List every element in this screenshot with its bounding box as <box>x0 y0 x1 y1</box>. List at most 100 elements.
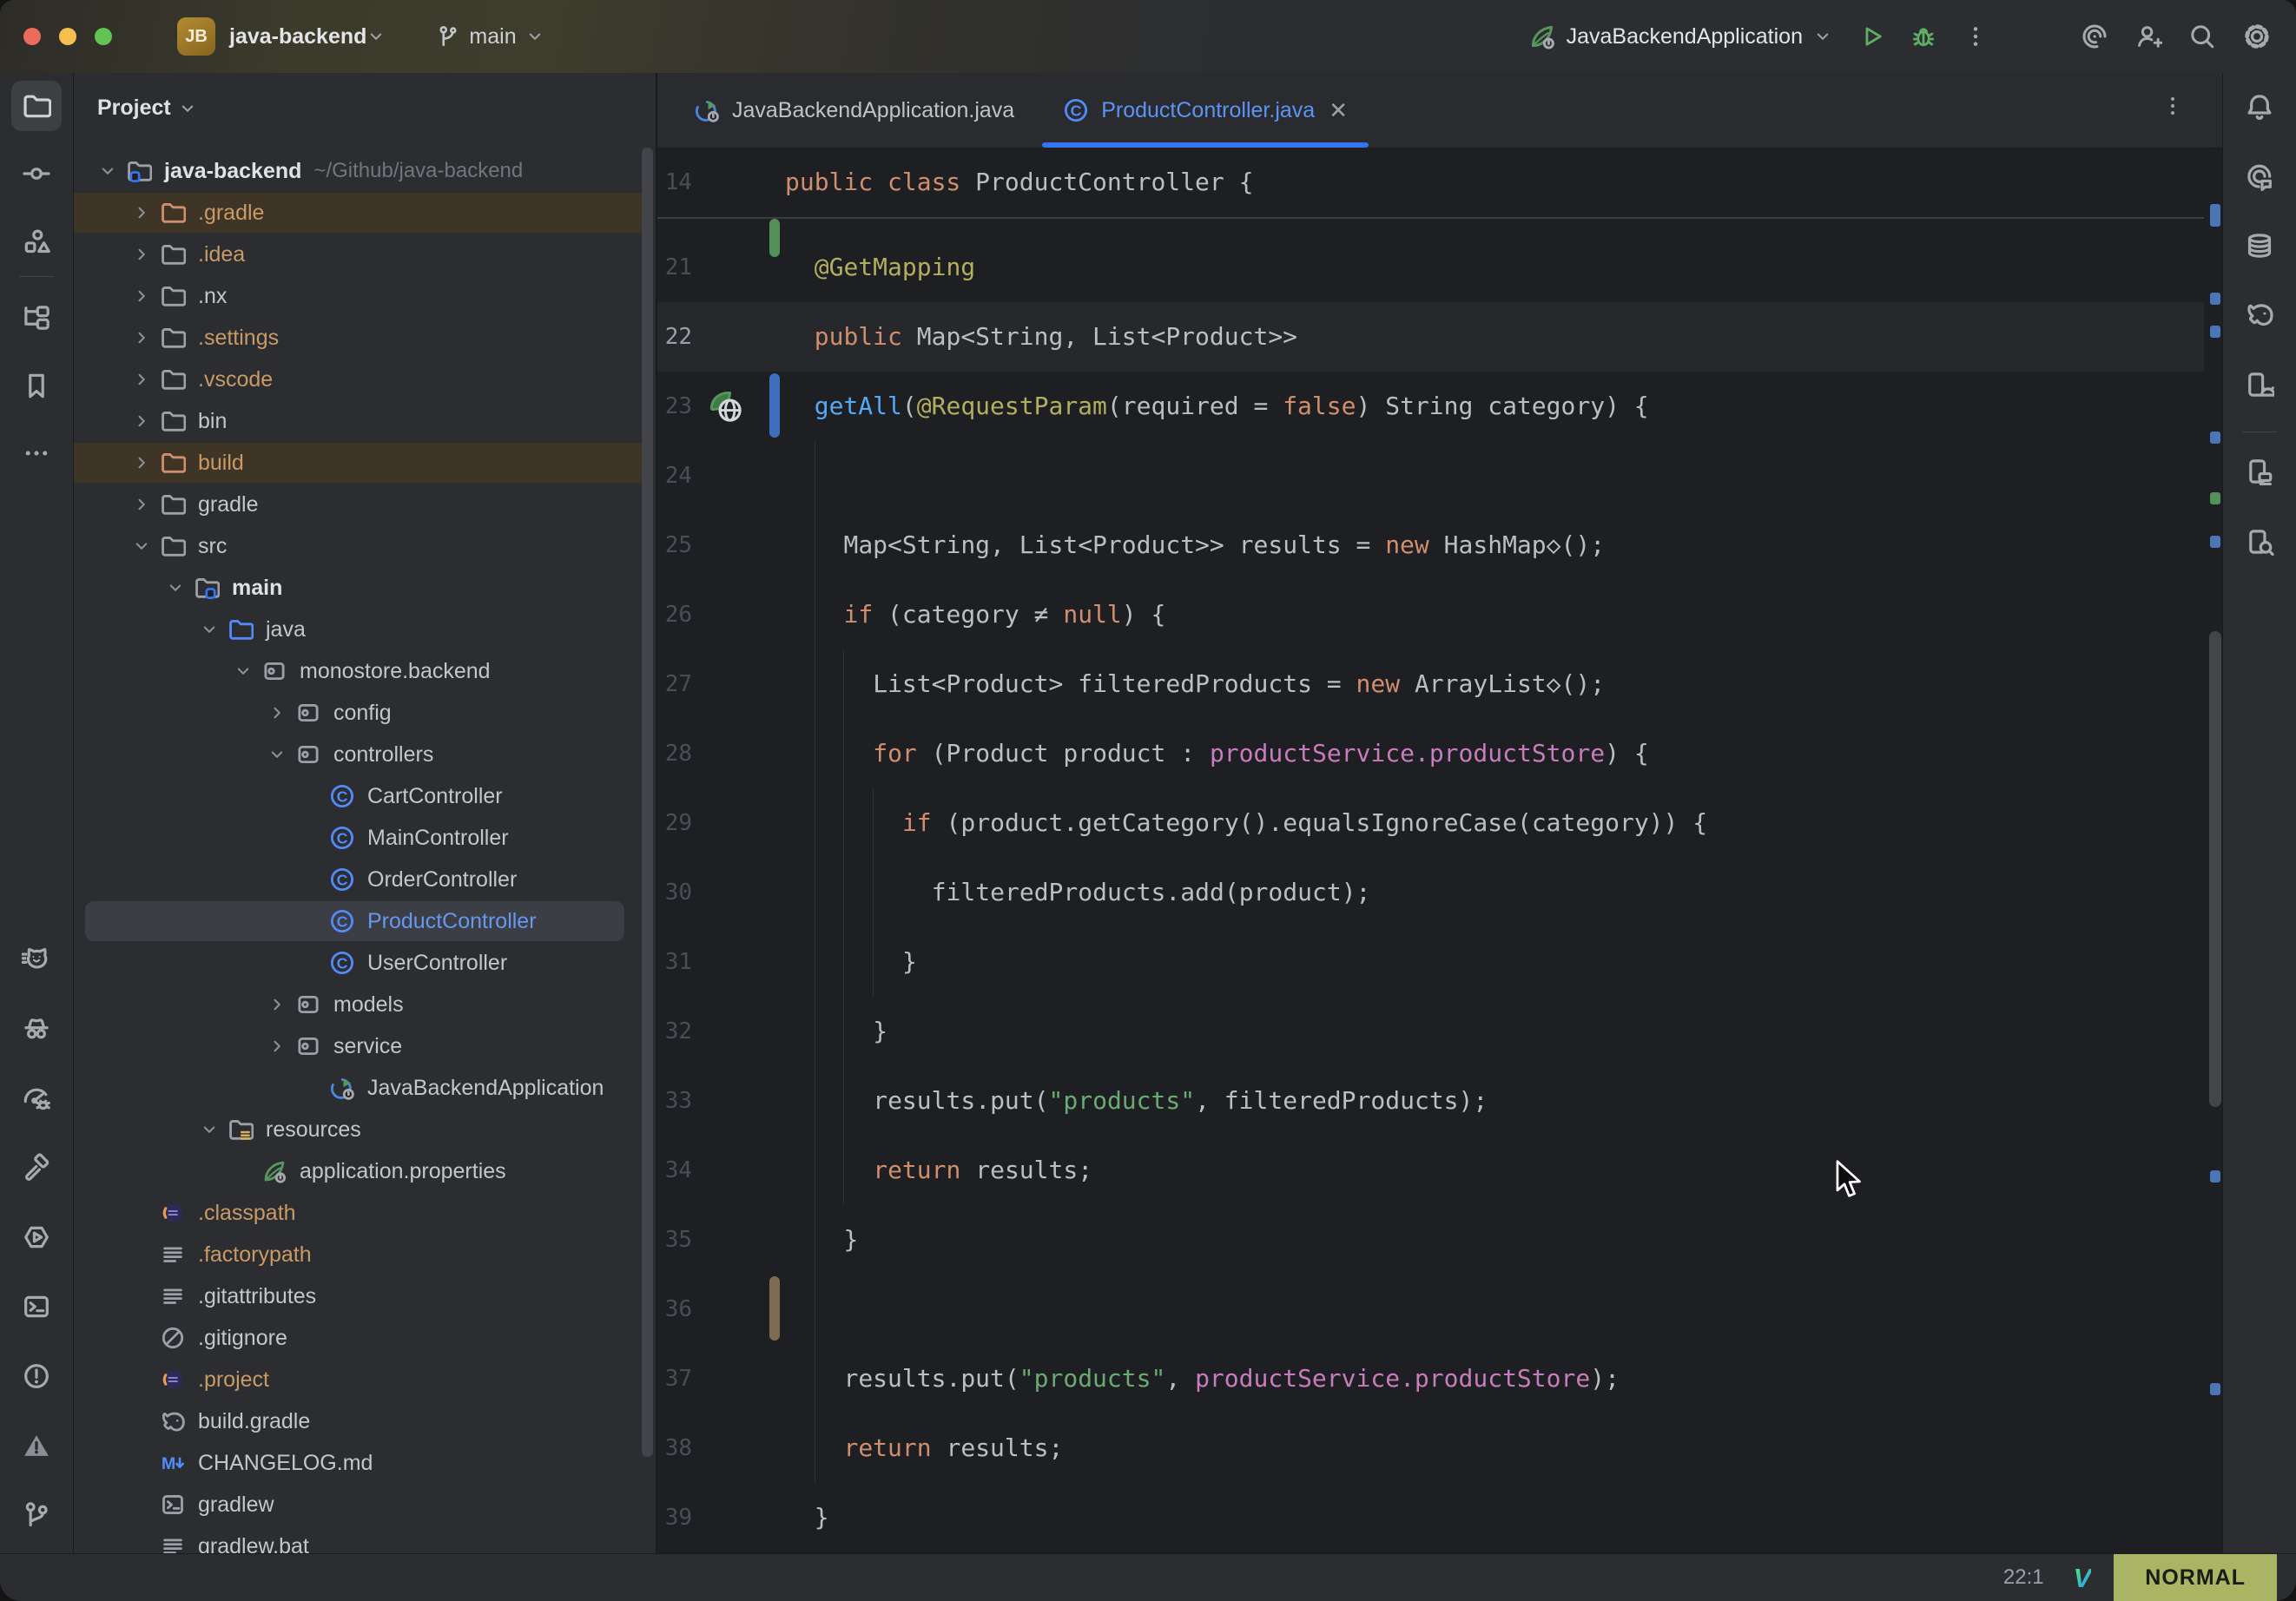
ai-assistant-icon[interactable] <box>2081 23 2108 50</box>
tree-item-java[interactable]: java <box>73 609 656 650</box>
tab-JavaBackendApplication.java[interactable]: JavaBackendApplication.java <box>670 73 1039 148</box>
tool-button-version-control[interactable] <box>11 1490 62 1540</box>
tree-item-gradle[interactable]: gradle <box>73 484 656 525</box>
tree-item-UserController[interactable]: CUserController <box>73 942 656 984</box>
branch-switcher[interactable]: main <box>436 24 544 49</box>
code-line-38[interactable]: 38return results; <box>657 1413 2204 1483</box>
tab-close-icon[interactable]: ✕ <box>1329 97 1348 124</box>
code-line-24[interactable]: 24 <box>657 441 2204 511</box>
vcs-marker-modified-other[interactable] <box>769 1276 780 1341</box>
tool-button-dependencies[interactable] <box>11 293 62 343</box>
code-line-31[interactable]: 31} <box>657 927 2204 997</box>
code-line-25[interactable]: 25Map<String, List<Product>> results = n… <box>657 511 2204 580</box>
tree-item-.factorypath[interactable]: .factorypath <box>73 1234 656 1275</box>
tool-button-notifications[interactable] <box>2234 82 2285 132</box>
tool-button-commit[interactable] <box>11 148 62 199</box>
tree-item-service[interactable]: service <box>73 1025 656 1067</box>
tree-item-.vscode[interactable]: .vscode <box>73 359 656 400</box>
tool-button-project[interactable] <box>11 81 62 131</box>
editor-scrollbar[interactable] <box>2209 631 2221 1107</box>
code-line-21[interactable]: 21@GetMapping <box>657 233 2204 302</box>
tree-item-controllers[interactable]: controllers <box>73 734 656 775</box>
vcs-marker-modified[interactable] <box>769 373 780 438</box>
tool-button-more-tool-windows[interactable] <box>11 428 62 478</box>
code-editor[interactable]: 21@GetMapping22public Map<String, List<P… <box>657 233 2204 1552</box>
tool-button-services[interactable] <box>11 1212 62 1262</box>
chevron-right-icon[interactable] <box>124 328 158 347</box>
tree-item-.gitattributes[interactable]: .gitattributes <box>73 1275 656 1317</box>
vcs-marker-added[interactable] <box>769 219 780 257</box>
chevron-down-icon[interactable] <box>192 1120 226 1139</box>
tree-item-gradlew[interactable]: gradlew <box>73 1484 656 1525</box>
tool-button-build[interactable] <box>11 1143 62 1193</box>
tool-button-gradle[interactable] <box>2234 289 2285 339</box>
code-with-me-button[interactable] <box>2134 23 2162 50</box>
run-button[interactable] <box>1858 23 1884 49</box>
code-line-37[interactable]: 37results.put("products", productService… <box>657 1344 2204 1413</box>
tree-item-build.gradle[interactable]: build.gradle <box>73 1400 656 1442</box>
tree-item-.gradle[interactable]: .gradle <box>73 192 656 234</box>
code-line-27[interactable]: 27List<Product> filteredProducts = new A… <box>657 649 2204 719</box>
tool-button-structure[interactable] <box>11 216 62 267</box>
tab-options-icon[interactable] <box>2161 94 2185 118</box>
chevron-down-icon[interactable] <box>192 620 226 639</box>
code-line-23[interactable]: 23getAll(@RequestParam(required = false)… <box>657 372 2204 441</box>
spring-mapping-icon[interactable] <box>706 386 746 426</box>
project-switcher[interactable]: java-backend <box>229 24 366 49</box>
tool-button-ai-assistant[interactable] <box>2234 152 2285 202</box>
stripe-mark[interactable] <box>2210 1383 2220 1395</box>
code-line-29[interactable]: 29if (product.getCategory().equalsIgnore… <box>657 788 2204 858</box>
settings-button[interactable] <box>2242 22 2272 51</box>
chevron-down-icon[interactable] <box>90 161 124 181</box>
chevron-right-icon[interactable] <box>124 495 158 514</box>
stripe-mark[interactable] <box>2210 326 2220 338</box>
stripe-mark[interactable] <box>2210 293 2220 305</box>
code-line-14[interactable]: 14public class ProductController { <box>657 148 2204 217</box>
tree-item-.idea[interactable]: .idea <box>73 234 656 275</box>
tool-button-bookmarks[interactable] <box>11 360 62 411</box>
tree-item-.nx[interactable]: .nx <box>73 275 656 317</box>
tool-button-incognito-plugin[interactable] <box>11 1004 62 1054</box>
project-panel-header[interactable]: Project <box>73 73 656 121</box>
minimize-button[interactable] <box>59 28 76 45</box>
tree-item-main[interactable]: main <box>73 567 656 609</box>
debug-button[interactable] <box>1910 23 1936 49</box>
gutter-icon[interactable] <box>706 386 746 426</box>
ideavim-icon[interactable]: V <box>2074 1565 2092 1591</box>
tree-item-.settings[interactable]: .settings <box>73 317 656 359</box>
tree-item-java-backend[interactable]: java-backend~/Github/java-backend <box>73 150 656 192</box>
code-line-32[interactable]: 32} <box>657 997 2204 1066</box>
code-line-30[interactable]: 30filteredProducts.add(product); <box>657 858 2204 927</box>
project-tree-scrollbar[interactable] <box>642 148 653 1457</box>
chevron-right-icon[interactable] <box>124 245 158 264</box>
code-line-28[interactable]: 28for (Product product : productService.… <box>657 719 2204 788</box>
tree-item-.classpath[interactable]: .classpath <box>73 1192 656 1234</box>
chevron-down-icon[interactable] <box>226 662 260 681</box>
tree-item-CartController[interactable]: CCartController <box>73 775 656 817</box>
tool-button-speed-cat-plugin[interactable] <box>11 934 62 985</box>
stripe-mark[interactable] <box>2210 492 2220 504</box>
tree-item-.project[interactable]: .project <box>73 1359 656 1400</box>
chevron-right-icon[interactable] <box>260 1037 294 1056</box>
stripe-mark[interactable] <box>2210 536 2220 548</box>
chevron-down-icon[interactable] <box>158 578 192 597</box>
tree-item-CHANGELOG.md[interactable]: MCHANGELOG.md <box>73 1442 656 1484</box>
tree-item-.gitignore[interactable]: .gitignore <box>73 1317 656 1359</box>
code-line-39[interactable]: 39} <box>657 1483 2204 1552</box>
tree-item-config[interactable]: config <box>73 692 656 734</box>
tree-item-application.properties[interactable]: application.properties <box>73 1150 656 1192</box>
tree-item-JavaBackendApplication[interactable]: JavaBackendApplication <box>73 1067 656 1109</box>
tree-item-src[interactable]: src <box>73 525 656 567</box>
tool-button-database[interactable] <box>2234 221 2285 271</box>
tool-button-running-devices[interactable] <box>2234 446 2285 497</box>
stripe-mark[interactable] <box>2210 204 2220 227</box>
tree-item-MainController[interactable]: CMainController <box>73 817 656 859</box>
code-line-34[interactable]: 34return results; <box>657 1136 2204 1205</box>
tree-item-monostore.backend[interactable]: monostore.backend <box>73 650 656 692</box>
tool-button-device-explorer[interactable] <box>2234 517 2285 567</box>
chevron-right-icon[interactable] <box>124 412 158 431</box>
code-line-35[interactable]: 35} <box>657 1205 2204 1275</box>
code-line-26[interactable]: 26if (category ≠ null) { <box>657 580 2204 649</box>
code-line-36[interactable]: 36 <box>657 1275 2204 1344</box>
run-configuration-select[interactable]: JavaBackendApplication <box>1528 23 1832 50</box>
